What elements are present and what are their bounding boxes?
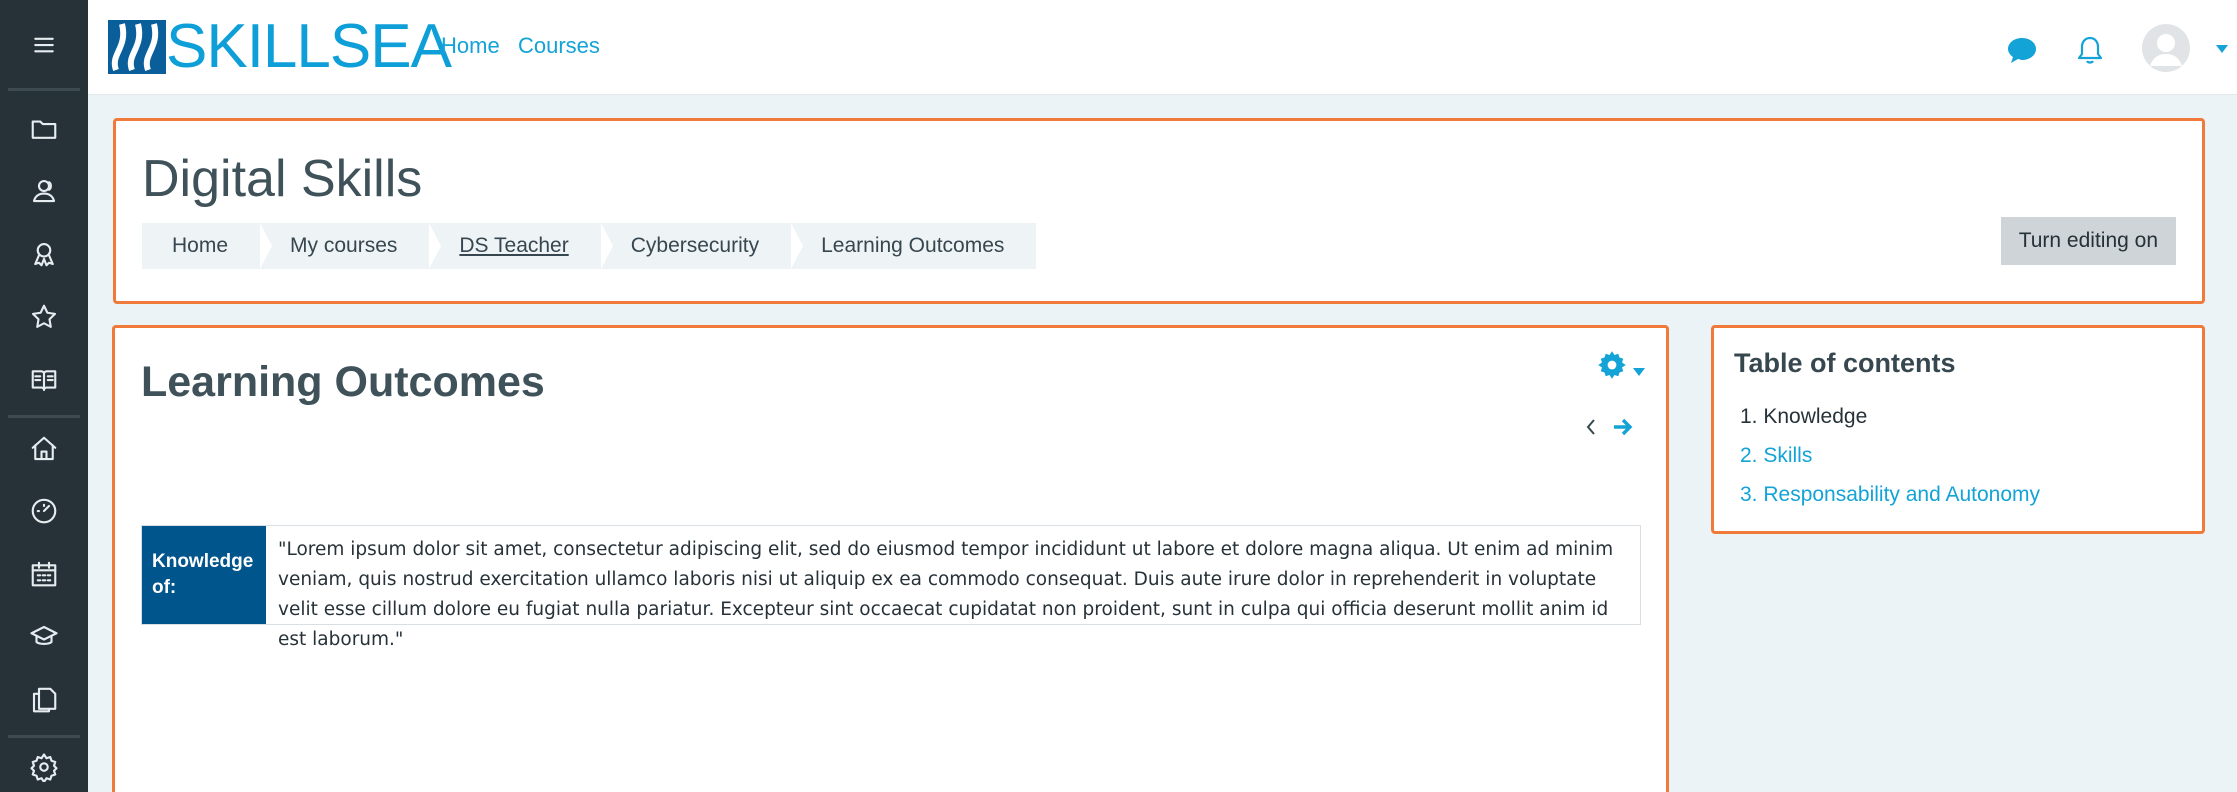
toc-item-skills[interactable]: 2. Skills — [1740, 444, 1812, 468]
logo-text: SKILLSEA — [166, 12, 452, 81]
main-content-card: Learning Outcomes Knowledge of: "Lorem i… — [112, 325, 1669, 792]
outcomes-table: Knowledge of: "Lorem ipsum dolor sit ame… — [141, 525, 1641, 650]
dashboard-icon[interactable] — [0, 481, 88, 541]
breadcrumb: Home My courses DS Teacher Cybersecurity… — [142, 223, 1037, 269]
logo-waves-icon — [108, 20, 166, 74]
breadcrumb-cybersecurity[interactable]: Cybersecurity — [601, 223, 804, 269]
breadcrumb-home[interactable]: Home — [142, 223, 273, 269]
turn-editing-on-button[interactable]: Turn editing on — [2000, 217, 2176, 265]
top-navbar: SKILLSEA Home Courses — [88, 0, 2237, 95]
toc-item-knowledge[interactable]: 1. Knowledge — [1740, 405, 1867, 429]
user-avatar[interactable] — [2142, 24, 2190, 77]
sidebar-divider — [8, 88, 80, 91]
files-icon[interactable] — [0, 670, 88, 730]
breadcrumb-ds-teacher[interactable]: DS Teacher — [429, 223, 614, 269]
table-header-cell: Knowledge of: — [142, 526, 266, 624]
menu-icon[interactable] — [0, 15, 88, 75]
sidebar — [0, 0, 88, 792]
breadcrumb-learning-outcomes: Learning Outcomes — [821, 234, 1005, 257]
breadcrumb-my-courses[interactable]: My courses — [260, 223, 442, 269]
page-header-card: Digital Skills Home My courses DS Teache… — [113, 118, 2205, 304]
sidebar-divider — [8, 415, 80, 418]
table-cell: "Lorem ipsum dolor sit amet, consectetur… — [278, 539, 1614, 650]
logo[interactable]: SKILLSEA — [108, 12, 452, 82]
calendar-icon[interactable] — [0, 544, 88, 604]
settings-gear-icon[interactable] — [1597, 350, 1627, 385]
book-icon[interactable] — [0, 350, 88, 410]
user-menu-caret-icon[interactable] — [2215, 41, 2229, 59]
settings-caret-icon[interactable] — [1633, 363, 1645, 381]
toc-title: Table of contents — [1734, 348, 1956, 378]
page-title: Digital Skills — [142, 150, 423, 208]
content-title: Learning Outcomes — [141, 358, 545, 406]
nav-link-courses[interactable]: Courses — [518, 33, 600, 59]
nav-link-home[interactable]: Home — [441, 33, 500, 59]
folder-icon[interactable] — [0, 99, 88, 159]
toc-item-autonomy[interactable]: 3. Responsability and Autonomy — [1740, 483, 2040, 507]
graduation-icon[interactable] — [0, 607, 88, 667]
users-icon[interactable] — [0, 161, 88, 221]
badge-icon[interactable] — [0, 224, 88, 284]
messages-icon[interactable] — [2006, 36, 2038, 69]
settings-icon[interactable] — [0, 737, 88, 792]
toc-card: Table of contents 1. Knowledge 2. Skills… — [1711, 325, 2205, 534]
next-page-icon[interactable] — [1612, 417, 1634, 442]
star-icon[interactable] — [0, 287, 88, 347]
home-icon[interactable] — [0, 419, 88, 479]
notifications-bell-icon[interactable] — [2075, 34, 2105, 71]
previous-page-icon[interactable] — [1584, 417, 1598, 442]
